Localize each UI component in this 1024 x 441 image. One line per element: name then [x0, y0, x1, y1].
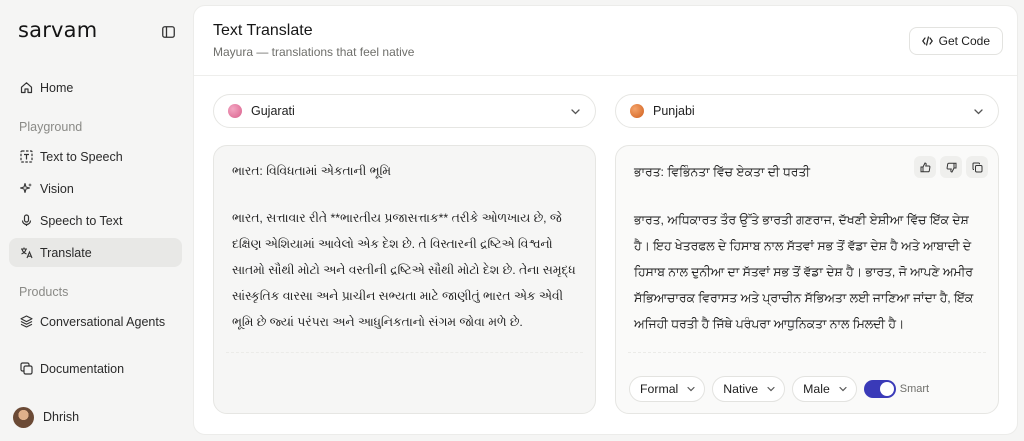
get-code-label: Get Code — [938, 34, 990, 48]
page-subtitle: Mayura — translations that feel native — [213, 45, 415, 59]
main-panel: Text Translate Mayura — translations tha… — [193, 5, 1018, 435]
home-icon — [19, 81, 33, 95]
chevron-down-icon — [766, 384, 776, 394]
brand-logo[interactable]: sarvam — [18, 18, 97, 42]
speaker-gender-select[interactable]: Male — [792, 376, 857, 402]
avatar — [13, 406, 34, 428]
sidebar-item-label: Vision — [40, 181, 74, 196]
smart-toggle-label: Smart — [899, 383, 930, 395]
get-code-button[interactable]: Get Code — [908, 27, 1003, 55]
translation-options: Formal Native Male Smart — [629, 376, 929, 402]
code-icon — [921, 36, 933, 46]
target-language-value: Punjabi — [653, 104, 695, 118]
section-label-playground: Playground — [19, 120, 83, 134]
formality-select[interactable]: Formal — [629, 376, 706, 402]
sidebar-toggle-icon[interactable] — [160, 24, 176, 40]
sidebar-item-speech-to-text[interactable]: Speech to Text — [9, 206, 182, 235]
sidebar-item-text-to-speech[interactable]: Text to Speech — [9, 142, 182, 171]
target-language-select[interactable]: Punjabi — [615, 94, 999, 128]
chevron-down-icon — [686, 384, 696, 394]
page-title: Text Translate — [213, 22, 313, 39]
section-label-products: Products — [19, 285, 69, 299]
sidebar-item-label: Conversational Agents — [40, 314, 166, 329]
sidebar-item-vision[interactable]: Vision — [9, 174, 182, 203]
translated-text-output: ਭਾਰਤ, ਅਧਿਕਾਰਤ ਤੌਰ ਉੱਤੇ ਭਾਰਤੀ ਗਣਰਾਜ, ਦੱਖਣ… — [634, 213, 974, 331]
sidebar-item-label: Home — [40, 80, 74, 95]
translate-icon — [19, 246, 33, 260]
smart-toggle[interactable] — [863, 380, 896, 398]
copy-button[interactable] — [966, 156, 988, 178]
script-style-select[interactable]: Native — [712, 376, 786, 402]
source-panel-divider — [226, 352, 583, 353]
thumbs-down-button[interactable] — [940, 156, 962, 178]
output-actions — [914, 156, 988, 178]
microphone-icon — [19, 214, 33, 228]
chevron-down-icon — [570, 106, 581, 117]
target-panel-divider — [628, 352, 986, 353]
documentation-icon — [19, 362, 33, 376]
sidebar-item-label: Translate — [40, 245, 92, 260]
sidebar-item-label: Speech to Text — [40, 213, 123, 228]
thumbs-down-icon — [946, 162, 956, 173]
source-language-dot-icon — [228, 104, 242, 118]
sidebar-item-documentation[interactable]: Documentation — [9, 354, 182, 383]
source-language-select[interactable]: Gujarati — [213, 94, 596, 128]
chevron-down-icon — [973, 106, 984, 117]
formality-value: Formal — [640, 382, 679, 396]
user-name: Dhrish — [43, 410, 80, 424]
sidebar: sarvam Home Playground Text to Speech Vi… — [0, 0, 193, 441]
source-text-panel[interactable]: ભારત: વિવિધતામાં એકતાની ભૂમિ ભારત, સત્તા… — [213, 145, 596, 414]
script-style-value: Native — [723, 382, 759, 396]
chevron-down-icon — [838, 384, 848, 394]
sidebar-item-home[interactable]: Home — [9, 73, 182, 102]
speaker-gender-value: Male — [803, 382, 830, 396]
source-language-value: Gujarati — [251, 104, 295, 118]
source-heading[interactable]: ભારત: વિવિધતામાં એકતાની ભૂમિ — [232, 164, 391, 179]
target-heading: ਭਾਰਤ: ਵਿਭਿੰਨਤਾ ਵਿੱਚ ਏਕਤਾ ਦੀ ਧਰਤੀ — [634, 165, 810, 179]
user-profile[interactable]: Dhrish — [13, 405, 79, 429]
target-text-panel: ਭਾਰਤ: ਵਿਭਿੰਨਤਾ ਵਿੱਚ ਏਕਤਾ ਦੀ ਧਰਤੀ ਭਾਰਤ, ਅ… — [615, 145, 999, 414]
sidebar-item-label: Text to Speech — [40, 149, 123, 164]
layers-icon — [19, 315, 33, 329]
thumbs-up-icon — [920, 161, 930, 172]
source-text-input[interactable]: ભારત, સત્તાવાર રીતે **ભારતીય પ્રજાસત્તાક… — [232, 205, 579, 335]
sidebar-item-translate[interactable]: Translate — [9, 238, 182, 267]
text-to-speech-icon — [19, 150, 33, 164]
target-language-dot-icon — [630, 104, 644, 118]
thumbs-up-button[interactable] — [914, 156, 936, 178]
page-header: Text Translate Mayura — translations tha… — [194, 6, 1017, 76]
sparkle-icon — [19, 182, 33, 196]
sidebar-item-label: Documentation — [40, 361, 125, 376]
copy-icon — [972, 162, 982, 172]
toggle-knob — [879, 382, 894, 396]
sidebar-item-conversational-agents[interactable]: Conversational Agents — [9, 307, 182, 336]
